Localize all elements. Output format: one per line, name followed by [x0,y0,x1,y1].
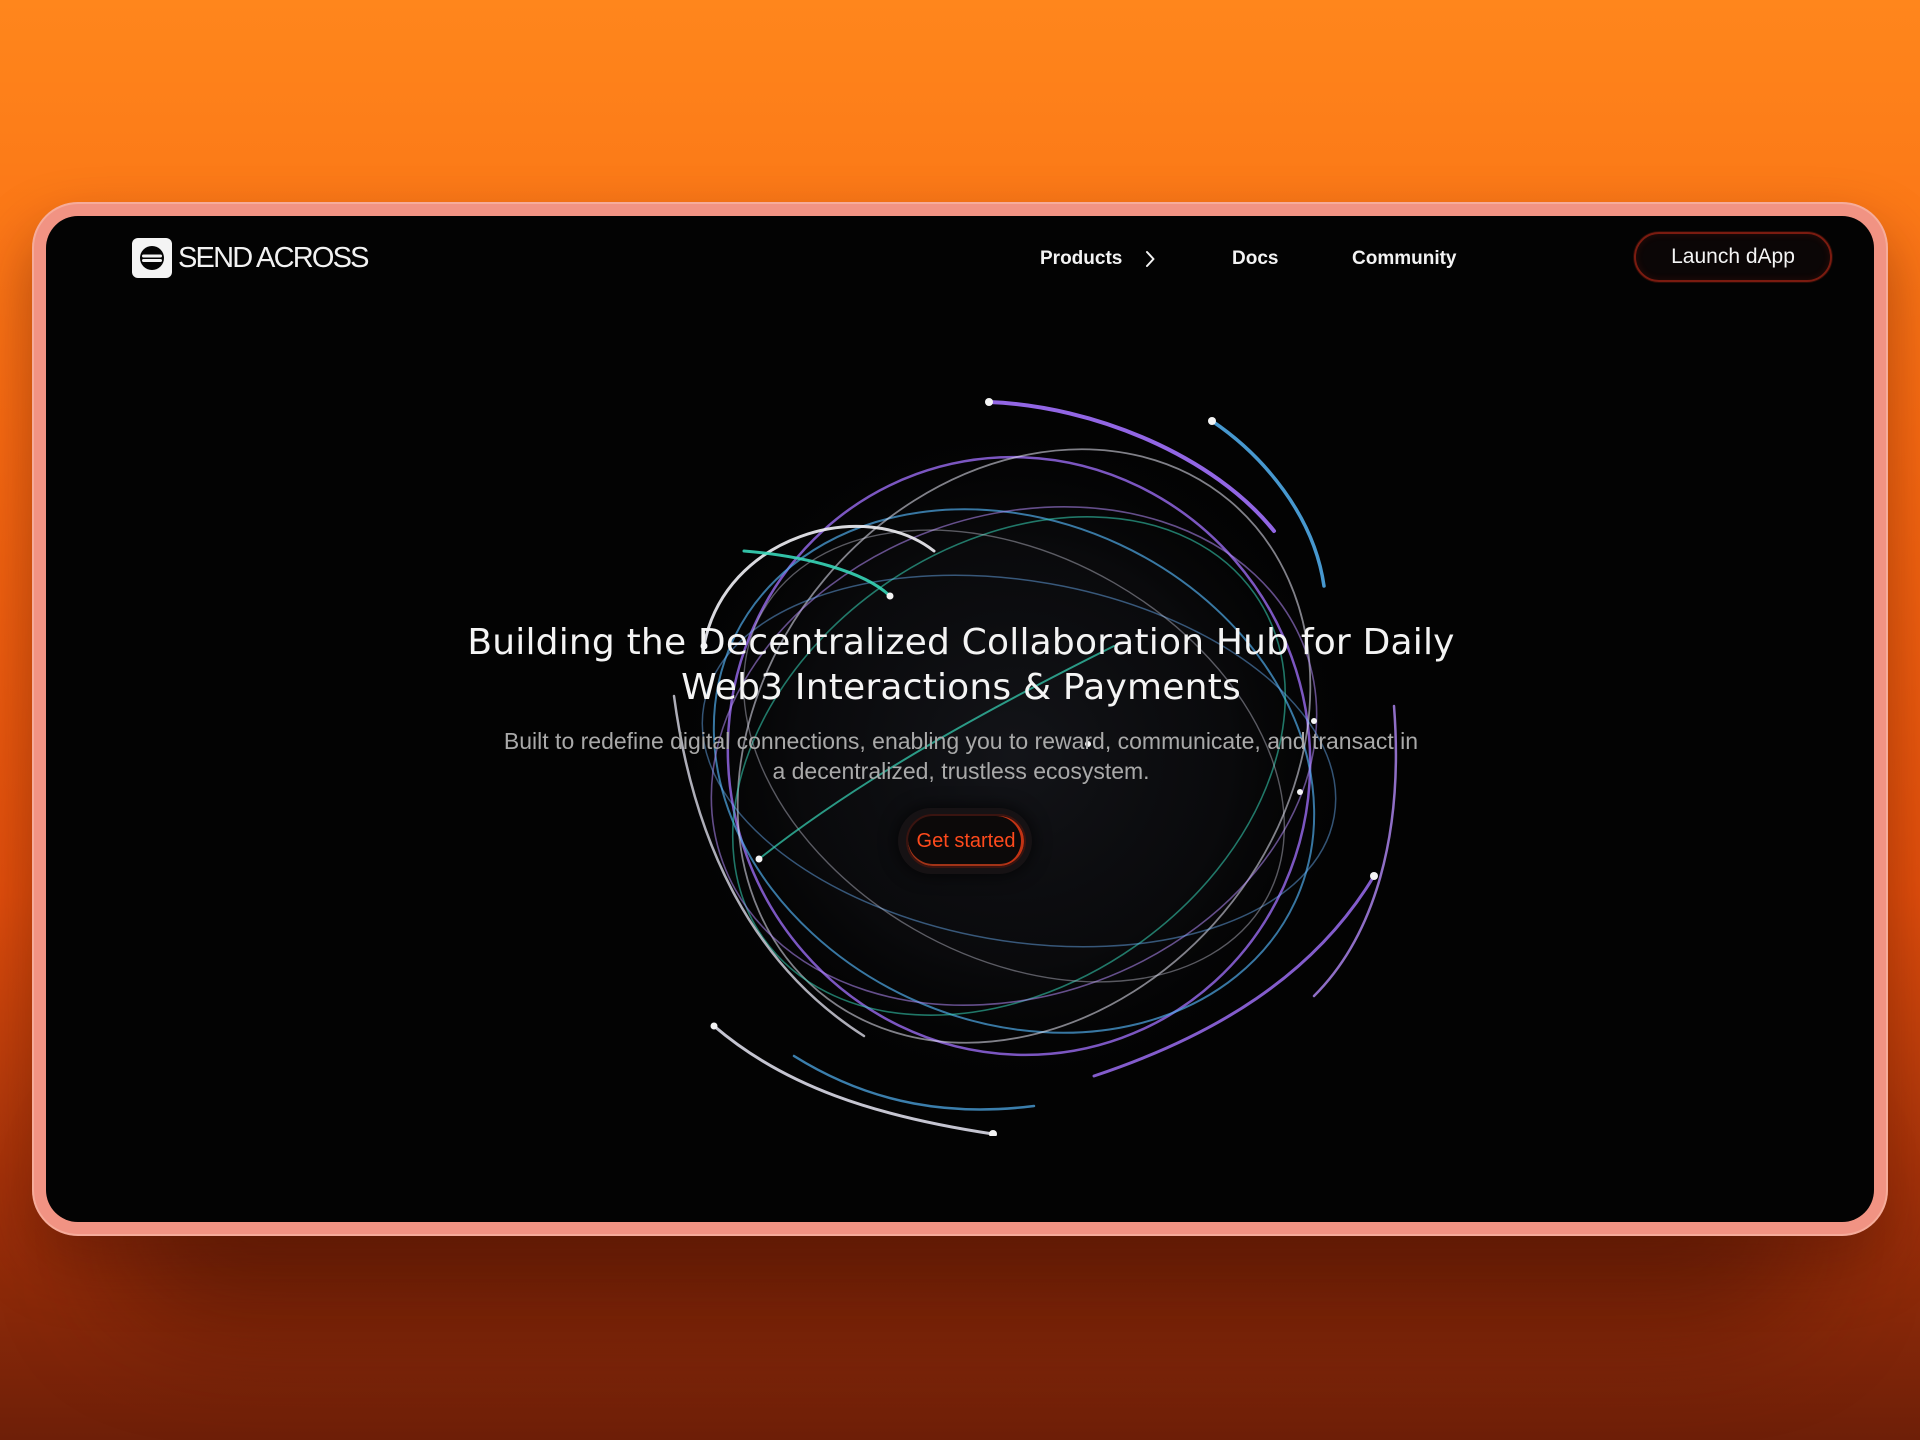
launch-dapp-button[interactable]: Launch dApp [1634,232,1832,282]
brand-name: SEND ACROSS [178,241,370,274]
hero-subtext-line1: Built to redefine digital connections, e… [503,728,1419,754]
chevron-right-icon [1146,251,1155,267]
nav-community[interactable]: Community [1352,244,1457,274]
nav-docs[interactable]: Docs [1232,244,1278,274]
hero-headline-line1: Building the Decentralized Collaboration… [467,622,1455,663]
send-across-logo-icon [132,238,172,278]
hero-headline-line2: Web3 Interactions & Payments [681,667,1241,708]
brand-logo[interactable]: SEND ACROSS [132,238,370,278]
hero-subtext: Built to redefine digital connections, e… [466,726,1456,786]
hero-headline: Building the Decentralized Collaboration… [436,620,1486,710]
get-started-button[interactable]: Get started [906,814,1026,868]
nav-products-label: Products [1040,248,1123,269]
hero-subtext-line2: a decentralized, trustless ecosystem. [772,758,1150,784]
nav-products[interactable]: Products [1040,244,1156,274]
page-screen: SEND ACROSS Products Docs Community Laun… [46,216,1874,1222]
